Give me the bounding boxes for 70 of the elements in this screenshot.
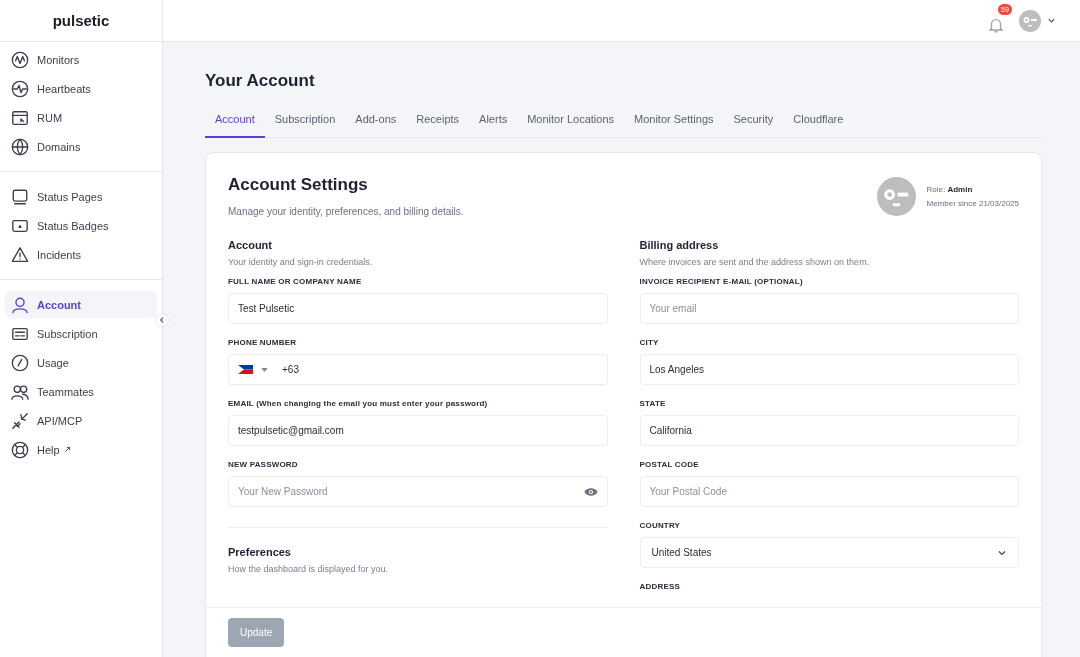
sidebar-item[interactable]: Status Pages (5, 183, 157, 210)
sidebar-item[interactable]: Domains (5, 133, 157, 160)
caret-icon (261, 367, 268, 372)
tab[interactable]: Account (205, 113, 265, 138)
text-field[interactable]: Your email (639, 293, 1019, 324)
tab[interactable]: Security (723, 113, 784, 138)
user-icon (11, 295, 29, 314)
section-description: Where invoices are sent and the address shown on them. (639, 257, 871, 267)
sidebar-item[interactable]: Incidents (5, 241, 157, 268)
tab[interactable]: Add-ons (345, 113, 407, 138)
text-field[interactable]: Los Angeles (639, 354, 1019, 385)
text-field[interactable]: California (639, 415, 1019, 446)
member-since-text: Member since 21/03/2025 (926, 198, 1019, 208)
field-label: CITY (639, 338, 660, 347)
globe-icon (11, 137, 29, 156)
tab[interactable]: Alerts (469, 113, 518, 138)
chevron-down-icon (1047, 16, 1056, 25)
warning-icon (11, 245, 29, 264)
brand-logo[interactable]: pulsetic (52, 12, 110, 29)
tab[interactable]: Monitor Locations (517, 113, 625, 138)
section-title: Account (228, 239, 273, 251)
sidebar-item[interactable]: Subscription (5, 320, 157, 347)
sidebar-item[interactable]: RUM (5, 104, 157, 131)
heartbeat-circle-icon (11, 79, 29, 98)
field-label: COUNTRY (639, 521, 682, 530)
sidebar-item[interactable]: Usage (5, 349, 157, 376)
sidebar-item[interactable]: Status Badges (5, 212, 157, 239)
text-field[interactable]: Test Pulsetic (228, 293, 608, 324)
collapse-sidebar-button[interactable] (155, 313, 169, 327)
browser-cursor-icon (11, 108, 29, 127)
monitor-icon (11, 187, 29, 206)
text-field[interactable]: testpulsetic@gmail.com (228, 415, 608, 446)
tab[interactable]: Subscription (264, 113, 346, 138)
field-label: EMAIL (When changing the email you must enter your password) (228, 399, 489, 408)
field-label: INVOICE RECIPIENT E-MAIL (OPTIONAL) (639, 277, 804, 286)
gauge-icon (11, 353, 29, 372)
lifebuoy-icon (11, 440, 29, 459)
field-label: FULL NAME OR COMPANY NAME (228, 277, 363, 286)
field-label: NEW PASSWORD (228, 460, 299, 469)
eye-icon[interactable] (583, 486, 598, 497)
avatar-icon (876, 176, 916, 216)
phone-field[interactable]: +63 (228, 354, 608, 385)
field-label: PHONE NUMBER (228, 338, 298, 347)
tab[interactable]: Monitor Settings (624, 113, 724, 138)
card-subtitle: Manage your identity, preferences, and billing details. (228, 206, 464, 217)
text-field[interactable]: Your Postal Code (639, 476, 1019, 507)
section-title: Billing address (639, 239, 720, 251)
sidebar-item[interactable]: Teammates (5, 378, 157, 405)
section-description: How the dashboard is displayed for you. (228, 564, 390, 574)
card-title: Account Settings (228, 175, 369, 195)
role-text: Role: Admin (926, 184, 974, 194)
pulse-circle-icon (11, 50, 29, 69)
section-title: Preferences (228, 546, 292, 558)
field-label: POSTAL CODE (639, 460, 700, 469)
field-label: STATE (639, 399, 667, 408)
chevron-left-icon (158, 316, 166, 324)
sidebar-item[interactable]: Account (5, 291, 157, 318)
field-label: ADDRESS (639, 582, 682, 591)
page-title: Your Account (205, 71, 316, 91)
sidebar-item[interactable]: Heartbeats (5, 75, 157, 102)
section-description: Your identity and sign-in credentials. (228, 257, 374, 267)
country-select[interactable]: United States (639, 537, 1019, 568)
sidebar-item[interactable]: Help (5, 436, 157, 463)
flag-icon (238, 365, 253, 374)
sidebar-item[interactable]: API/MCP (5, 407, 157, 434)
users-icon (11, 382, 29, 401)
user-menu-button[interactable] (1019, 9, 1056, 32)
tab[interactable]: Cloudflare (783, 113, 854, 138)
sidebar-item[interactable]: Monitors (5, 46, 157, 73)
tab[interactable]: Receipts (406, 113, 470, 138)
